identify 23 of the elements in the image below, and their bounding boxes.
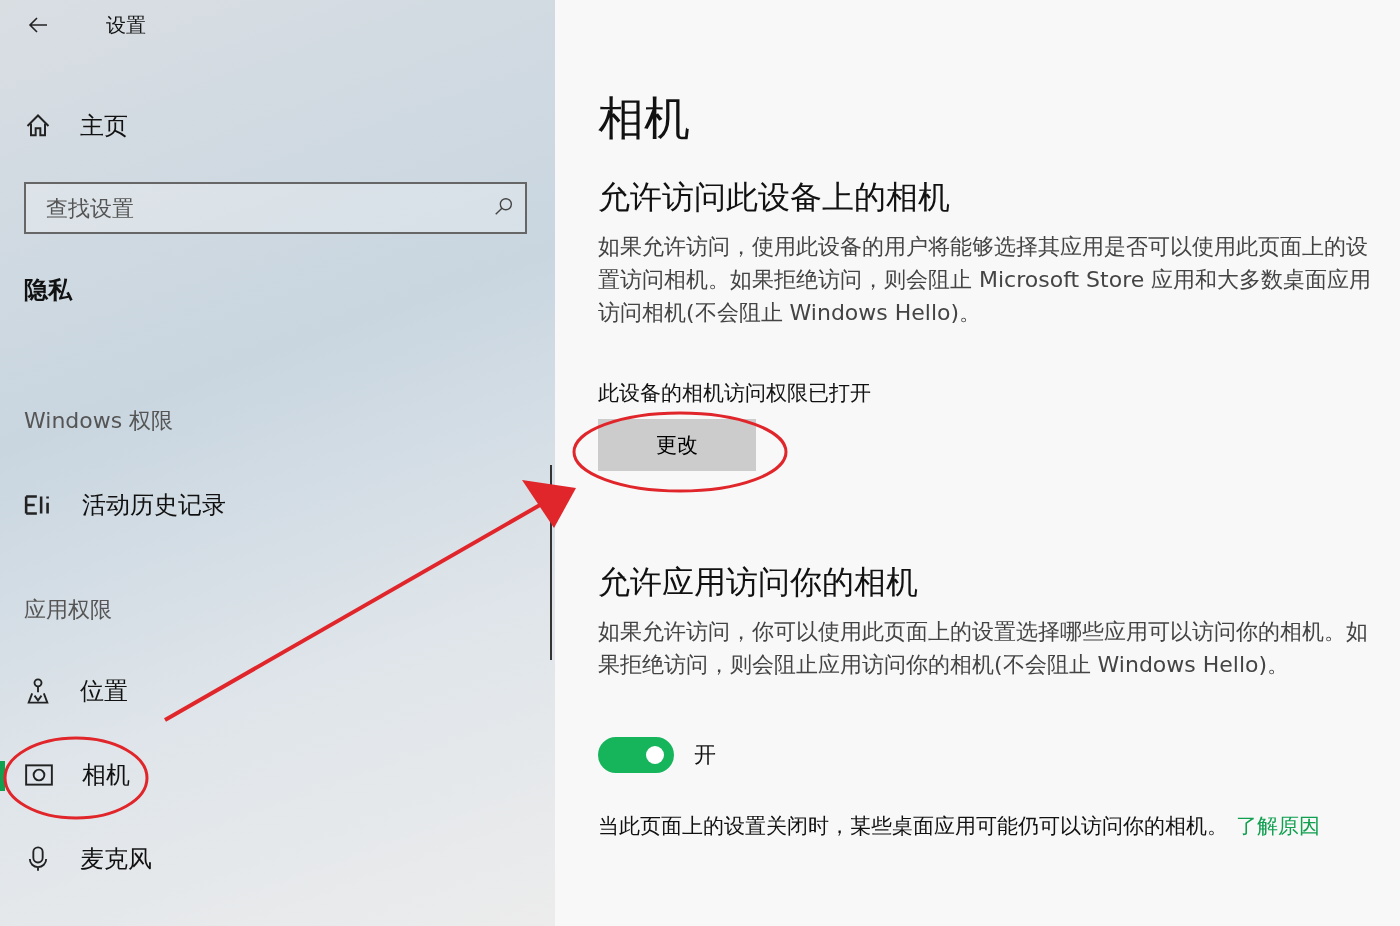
- home-nav-item[interactable]: 主页: [0, 98, 527, 154]
- nav-item[interactable]: 麦克风: [0, 831, 527, 887]
- description: 如果允许访问，使用此设备的用户将能够选择其应用是否可以使用此页面上的设置访问相机。如果拒绝访问，则会阻止 Microsoft Store 应用和大多数桌面应用访问相机(不会阻止 Windows Hello)。: [598, 233, 1373, 327]
- nav-item[interactable]: 相机: [0, 747, 527, 803]
- window-title: 设置: [106, 11, 146, 39]
- toggle-label: 开: [694, 741, 716, 769]
- section-heading: 允许应用访问你的相机: [598, 562, 919, 603]
- status-text: 此设备的相机访问权限已打开: [598, 380, 872, 407]
- toggle-switch[interactable]: [598, 737, 674, 773]
- search-field[interactable]: 查找设置: [24, 182, 527, 234]
- person-pin-icon: [24, 677, 52, 705]
- description: 如果允许访问，你可以使用此页面上的设置选择哪些应用可以访问你的相机。如果拒绝访问，则会阻止应用访问你的相机(不会阻止 Windows Hello)。: [598, 618, 1369, 679]
- page-title: 相机: [598, 90, 691, 147]
- section-title: 隐私: [24, 275, 74, 306]
- nav-item[interactable]: 位置: [0, 663, 527, 719]
- camera-icon: [24, 762, 54, 788]
- footer-text: 当此页面上的设置关闭时，某些桌面应用可能仍可以访问你的相机。 了解原因: [598, 813, 1321, 840]
- group-heading: 应用权限: [24, 596, 113, 624]
- group-heading: Windows 权限: [24, 407, 175, 435]
- nav-item[interactable]: 活动历史记录: [0, 477, 527, 533]
- search-icon: [493, 196, 515, 218]
- section-heading: 允许访问此设备上的相机: [598, 177, 951, 218]
- change-button[interactable]: 更改: [598, 419, 756, 471]
